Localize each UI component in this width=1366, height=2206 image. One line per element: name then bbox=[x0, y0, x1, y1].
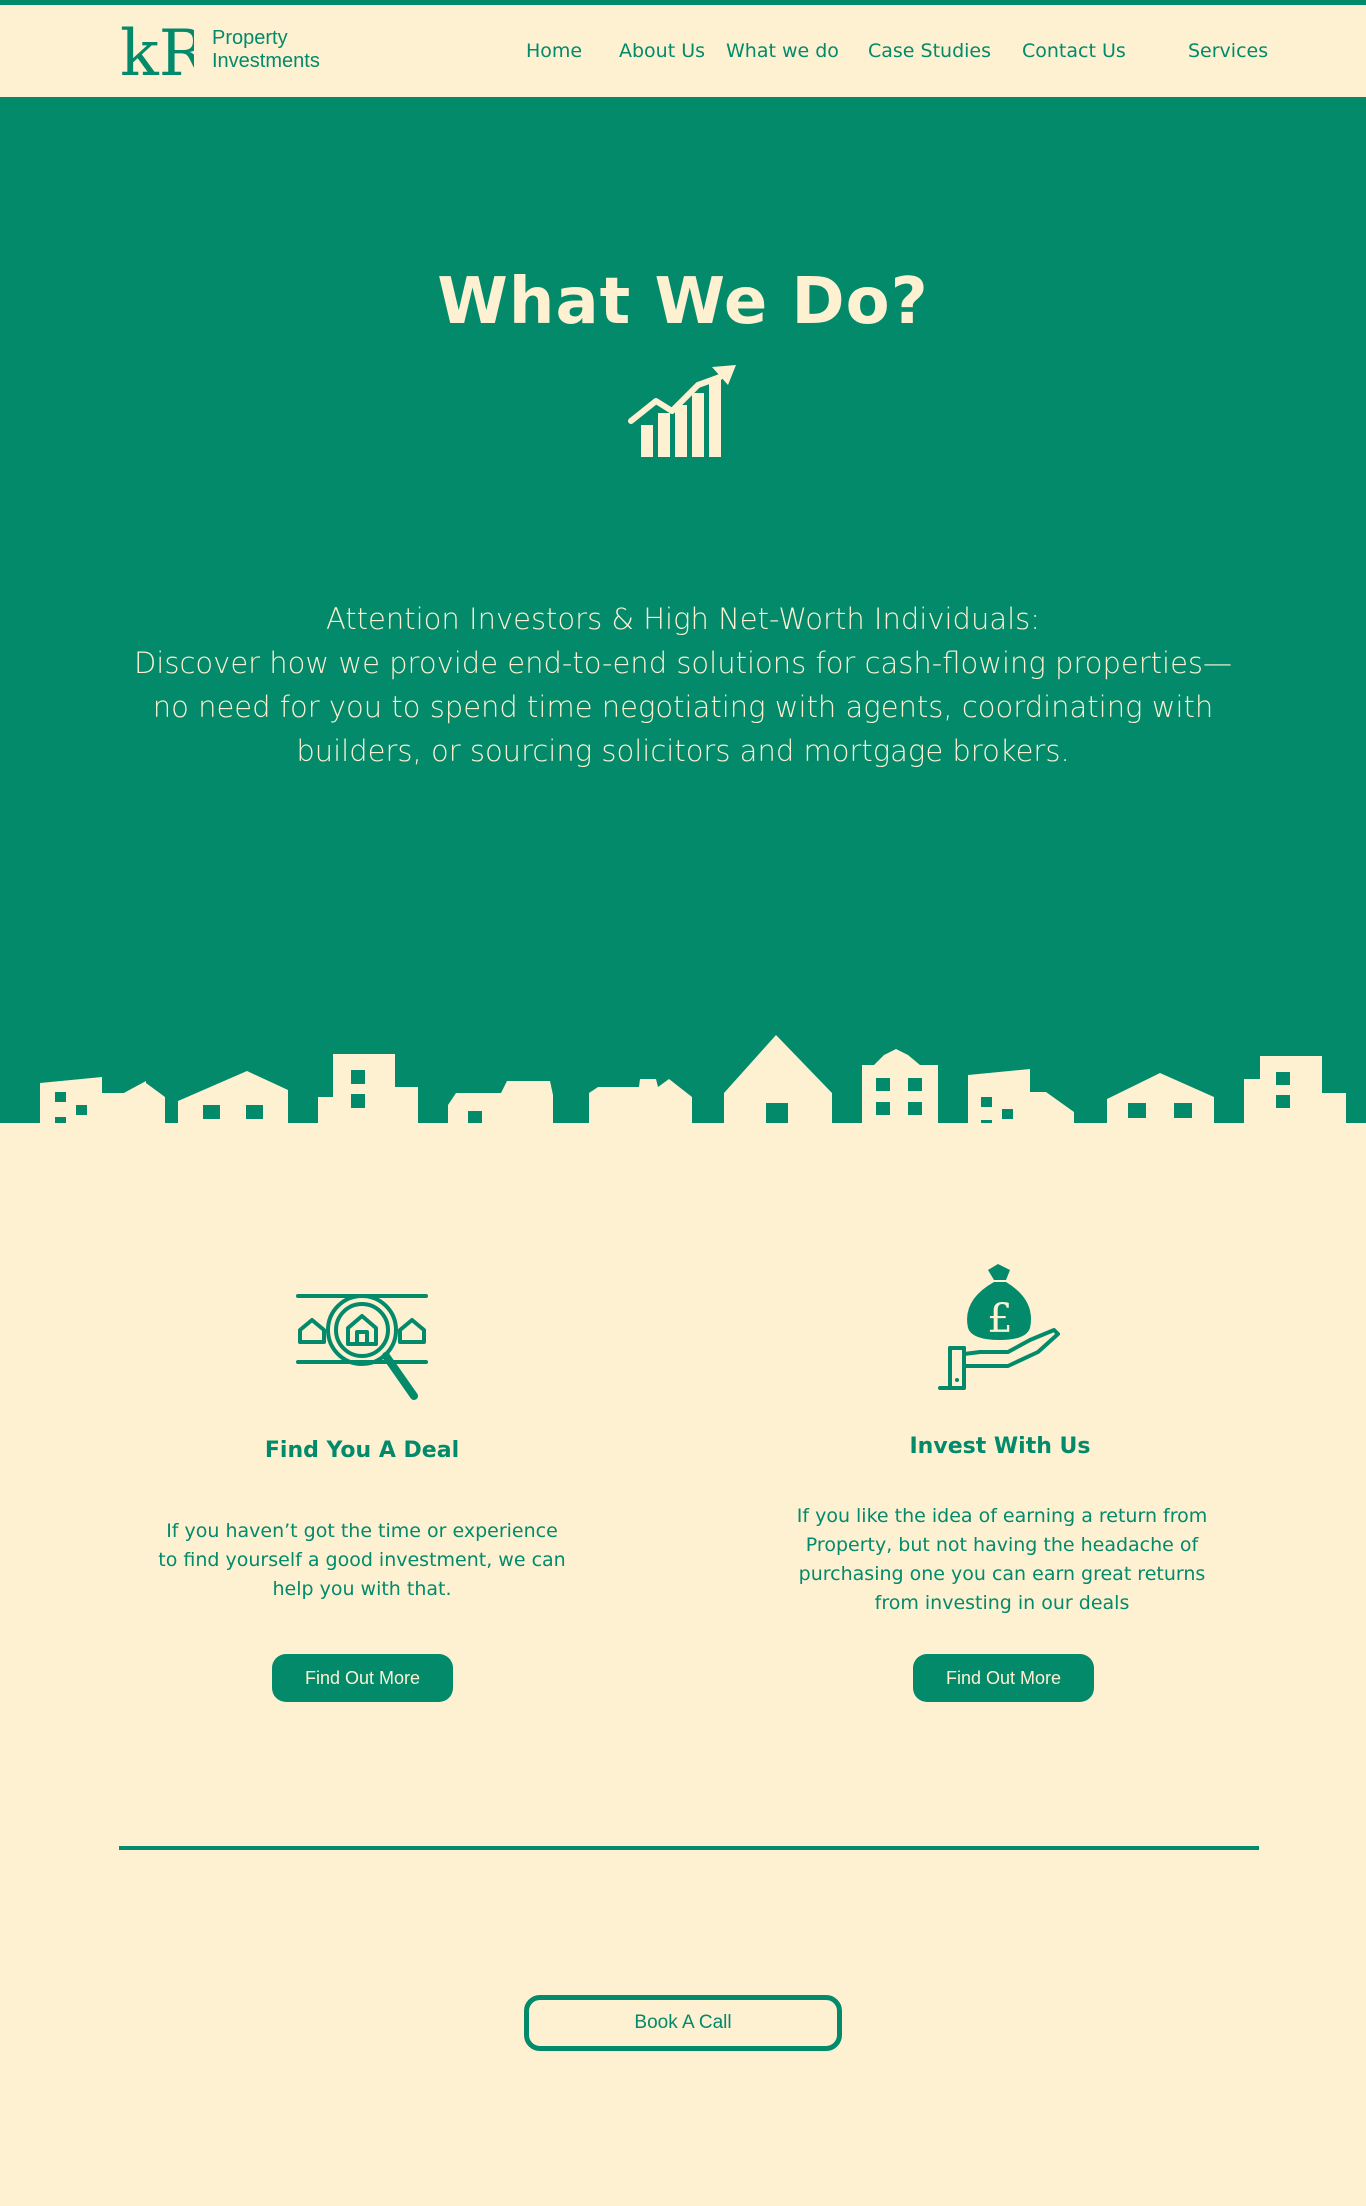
hero-line-2: Discover how we provide end-to-end solut… bbox=[133, 646, 1233, 680]
feature-desc-invest: If you like the idea of earning a return… bbox=[780, 1502, 1224, 1618]
nav-contact-us[interactable]: Contact Us bbox=[1022, 40, 1126, 62]
svg-text:£: £ bbox=[987, 1296, 1012, 1342]
hero-line-3: no need for you to spend time negotiatin… bbox=[152, 690, 1214, 724]
feature-desc-line: If you like the idea of earning a return… bbox=[796, 1505, 1208, 1527]
hero-section: What We Do? Attention Investors & High N… bbox=[0, 97, 1366, 1123]
nav-services[interactable]: Services bbox=[1188, 40, 1268, 62]
nav-home[interactable]: Home bbox=[526, 40, 582, 62]
house-search-icon bbox=[296, 1294, 428, 1400]
nav-what-we-do[interactable]: What we do bbox=[726, 40, 839, 62]
growth-chart-icon bbox=[628, 365, 736, 457]
money-bag-hand-icon: £ bbox=[938, 1264, 1060, 1390]
nav-about-us[interactable]: About Us bbox=[619, 40, 705, 62]
find-out-more-button-invest[interactable]: Find Out More bbox=[913, 1654, 1094, 1702]
city-skyline-illustration bbox=[40, 1035, 1346, 1123]
book-a-call-button[interactable]: Book A Call bbox=[524, 1995, 842, 2051]
find-out-more-button-deal[interactable]: Find Out More bbox=[272, 1654, 453, 1702]
feature-desc-line: from investing in our deals bbox=[874, 1592, 1130, 1614]
section-divider bbox=[119, 1846, 1259, 1850]
feature-desc-line: purchasing one you can earn great return… bbox=[798, 1563, 1206, 1585]
hero-title: What We Do? bbox=[437, 265, 929, 339]
feature-title-find-deal: Find You A Deal bbox=[264, 1438, 460, 1463]
feature-desc-line: If you haven’t got the time or experienc… bbox=[166, 1520, 558, 1542]
main-nav: Home About Us What we do Case Studies Co… bbox=[0, 40, 1366, 70]
feature-desc-line: to find yourself a good investment, we c… bbox=[158, 1549, 566, 1571]
feature-desc-line: help you with that. bbox=[272, 1578, 452, 1600]
nav-case-studies[interactable]: Case Studies bbox=[868, 40, 991, 62]
feature-desc-find-deal: If you haven’t got the time or experienc… bbox=[140, 1517, 584, 1604]
hero-line-4: builders, or sourcing solicitors and mor… bbox=[296, 734, 1070, 768]
site-header: kR Property Investments Home About Us Wh… bbox=[0, 5, 1366, 97]
feature-desc-line: Property, but not having the headache of bbox=[805, 1534, 1199, 1556]
hero-description: Attention Investors & High Net-Worth Ind… bbox=[130, 597, 1236, 773]
hero-line-1: Attention Investors & High Net-Worth Ind… bbox=[325, 602, 1041, 636]
feature-title-invest: Invest With Us bbox=[909, 1434, 1091, 1459]
